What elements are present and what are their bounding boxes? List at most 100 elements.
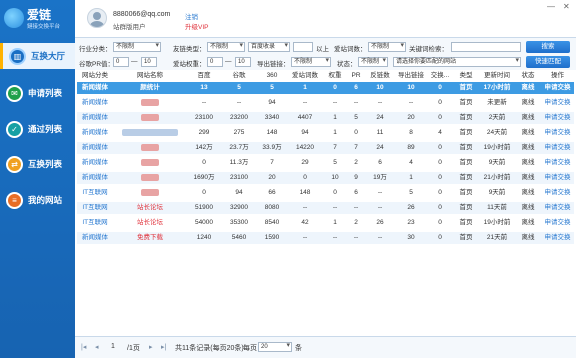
cell-cat[interactable]: 新闻媒体 bbox=[77, 127, 113, 139]
current-page[interactable]: 1 bbox=[111, 343, 115, 350]
last-page-button[interactable]: ▸| bbox=[161, 343, 166, 351]
first-page-button[interactable]: |◂ bbox=[81, 343, 86, 351]
column-header-op[interactable]: 操作 bbox=[541, 70, 574, 82]
cell-name[interactable]: 颜统计 bbox=[113, 82, 187, 94]
cell-cat[interactable]: IT互联网 bbox=[77, 202, 113, 214]
column-header-back[interactable]: 反链数 bbox=[365, 70, 395, 82]
baidu-min-input[interactable] bbox=[293, 42, 313, 52]
table-row[interactable]: 新闻媒体 颜统计 13 5 5 1 0 6 10 10 0 首页 17小时前 离线 申请交换 bbox=[77, 82, 574, 94]
cell-cat[interactable]: 新闻媒体 bbox=[77, 172, 113, 184]
cell-name[interactable] bbox=[113, 127, 187, 139]
minimize-icon[interactable]: — bbox=[547, 2, 555, 11]
cell-cat[interactable]: 新闻媒体 bbox=[77, 157, 113, 169]
apply-exchange-link[interactable]: 申请交换 bbox=[541, 172, 574, 184]
apply-exchange-link[interactable]: 申请交换 bbox=[541, 157, 574, 169]
apply-exchange-link[interactable]: 申请交换 bbox=[541, 82, 574, 94]
aizhan-words-select[interactable]: 不限制 bbox=[368, 42, 406, 52]
cell-weight: -- bbox=[332, 234, 338, 241]
quick-match-button[interactable]: 快速匹配 bbox=[526, 56, 570, 68]
cell-google: 5460 bbox=[231, 234, 247, 241]
cell-name[interactable] bbox=[113, 112, 187, 124]
table-row[interactable]: 新闻媒体 23100 23200 3340 4407 1 5 24 20 0 首页 2天前 离线 申请交换 bbox=[77, 112, 574, 124]
column-header-cat[interactable]: 网站分类 bbox=[77, 70, 113, 82]
outlinks-select[interactable]: 不限制 bbox=[291, 57, 331, 67]
aizhan-weight-to[interactable]: 10 bbox=[235, 57, 251, 67]
table-row[interactable]: 新闻媒体 0 11.3万 7 29 5 2 6 4 0 首页 9天前 离线 申请交换 bbox=[77, 157, 574, 169]
apply-exchange-link[interactable]: 申请交换 bbox=[541, 97, 574, 109]
cell-time: 未更新 bbox=[487, 99, 507, 106]
nav-item-exchange-hall[interactable]: ▥ 互换大厅 bbox=[0, 43, 75, 69]
aizhan-weight-from[interactable]: 0 bbox=[207, 57, 223, 67]
search-button[interactable]: 搜索 bbox=[526, 41, 570, 53]
match-site-select[interactable]: 请选择你要匹配的网站 bbox=[393, 57, 521, 67]
column-header-status[interactable]: 状态 bbox=[515, 70, 541, 82]
cell-cat[interactable]: IT互联网 bbox=[77, 187, 113, 199]
logout-link[interactable]: 注销 bbox=[185, 11, 198, 21]
per-page-unit: 条 bbox=[295, 345, 302, 352]
baidu-index-select[interactable]: 百度收录 bbox=[248, 42, 290, 52]
cell-name[interactable] bbox=[113, 187, 187, 199]
nav-item-applications[interactable]: ✉ 申请列表 bbox=[0, 80, 75, 106]
column-header-weight[interactable]: 权重 bbox=[323, 70, 347, 82]
cell-name[interactable]: 站长论坛 bbox=[113, 217, 187, 229]
per-page-select[interactable]: 20 bbox=[258, 342, 292, 352]
column-header-name[interactable]: 网站名称 bbox=[113, 70, 187, 82]
column-header-time[interactable]: 更新时间 bbox=[479, 70, 515, 82]
total-pages: /1页 bbox=[127, 345, 140, 352]
table-row[interactable]: IT互联网 站长论坛 54000 35300 8540 42 1 2 26 23 0 首页 19小时前 离… bbox=[77, 217, 574, 229]
apply-exchange-link[interactable]: 申请交换 bbox=[541, 112, 574, 124]
cell-cat[interactable]: 新闻媒体 bbox=[77, 97, 113, 109]
cell-cat[interactable]: 新闻媒体 bbox=[77, 142, 113, 154]
industry-select[interactable]: 不限制 bbox=[113, 42, 161, 52]
close-icon[interactable]: ✕ bbox=[563, 2, 570, 11]
table-row[interactable]: 新闻媒体 -- -- 94 -- -- -- -- -- 0 首页 未更新 离线 申请交换 bbox=[77, 97, 574, 109]
google-pr-from[interactable]: 0 bbox=[113, 57, 129, 67]
upgrade-vip-link[interactable]: 升级VIP bbox=[185, 21, 208, 31]
cell-name[interactable]: 站长论坛 bbox=[113, 202, 187, 214]
nav-item-exchanged[interactable]: ⇄ 互换列表 bbox=[0, 151, 75, 177]
cell-name[interactable] bbox=[113, 172, 187, 184]
nav-item-my-sites[interactable]: ≡ 我的网站 bbox=[0, 187, 75, 213]
apply-exchange-link[interactable]: 申请交换 bbox=[541, 232, 574, 244]
apply-exchange-link[interactable]: 申请交换 bbox=[541, 127, 574, 139]
cell-name[interactable] bbox=[113, 97, 187, 109]
column-header-google[interactable]: 谷歌 bbox=[221, 70, 257, 82]
table-row[interactable]: 新闻媒体 299 275 148 94 1 0 11 8 4 首页 24天前 离线 申请交换 bbox=[77, 127, 574, 139]
cell-name[interactable]: 免费下载 bbox=[113, 232, 187, 244]
avatar[interactable] bbox=[87, 8, 107, 28]
column-header-out[interactable]: 导出链接 bbox=[395, 70, 427, 82]
column-header-type[interactable]: 类型 bbox=[453, 70, 479, 82]
column-header-s360[interactable]: 360 bbox=[257, 70, 287, 82]
next-page-button[interactable]: ▸ bbox=[149, 343, 153, 351]
cell-time: 19小时前 bbox=[483, 219, 511, 226]
cell-cat[interactable]: 新闻媒体 bbox=[77, 82, 113, 94]
table-row[interactable]: IT互联网 站长论坛 51900 32900 8080 -- -- -- -- 26 0 首页 11天前… bbox=[77, 202, 574, 214]
cell-cat[interactable]: 新闻媒体 bbox=[77, 232, 113, 244]
prev-page-button[interactable]: ◂ bbox=[95, 343, 99, 351]
column-header-pr[interactable]: PR bbox=[347, 70, 365, 82]
table-row[interactable]: 新闻媒体 1690万 23100 20 0 10 9 19万 1 0 首页 21小时前 离线 申请交换 bbox=[77, 172, 574, 184]
cell-weight: 1 bbox=[333, 114, 337, 121]
cell-ex: 0 bbox=[438, 219, 442, 226]
table-row[interactable]: 新闻媒体 142万 23.7万 33.9万 14220 7 7 24 89 0 首页 19小时前 离线申… bbox=[77, 142, 574, 154]
nav-item-approved[interactable]: ✓ 通过列表 bbox=[0, 116, 75, 142]
apply-exchange-link[interactable]: 申请交换 bbox=[541, 142, 574, 154]
table-row[interactable]: IT互联网 0 94 66 148 0 6 -- 5 0 首页 9天前 离线 申请交换 bbox=[77, 187, 574, 199]
cell-cat[interactable]: IT互联网 bbox=[77, 217, 113, 229]
column-header-ex[interactable]: 交换... bbox=[427, 70, 453, 82]
apply-exchange-link[interactable]: 申请交换 bbox=[541, 202, 574, 214]
table-row[interactable]: 新闻媒体 免费下载 1240 5460 1590 -- -- -- -- 30 0 首页 21天前 离线申… bbox=[77, 232, 574, 244]
cell-name[interactable] bbox=[113, 142, 187, 154]
google-pr-to[interactable]: 10 bbox=[141, 57, 157, 67]
apply-exchange-link[interactable]: 申请交换 bbox=[541, 217, 574, 229]
column-header-words[interactable]: 爱站词数 bbox=[287, 70, 323, 82]
cell-name[interactable] bbox=[113, 157, 187, 169]
status-select[interactable]: 不限制 bbox=[358, 57, 388, 67]
column-header-baidu[interactable]: 百度 bbox=[187, 70, 221, 82]
apply-exchange-link[interactable]: 申请交换 bbox=[541, 187, 574, 199]
sidebar: 爱链 鏈接交換平台 ▥ 互换大厅 ✉ 申请列表 ✓ 通过列表 ⇄ 互换列表 ≡ … bbox=[0, 0, 75, 358]
cell-time: 11天前 bbox=[487, 204, 507, 211]
linktype-select[interactable]: 不限制 bbox=[207, 42, 245, 52]
cell-cat[interactable]: 新闻媒体 bbox=[77, 112, 113, 124]
keyword-input[interactable] bbox=[451, 42, 521, 52]
